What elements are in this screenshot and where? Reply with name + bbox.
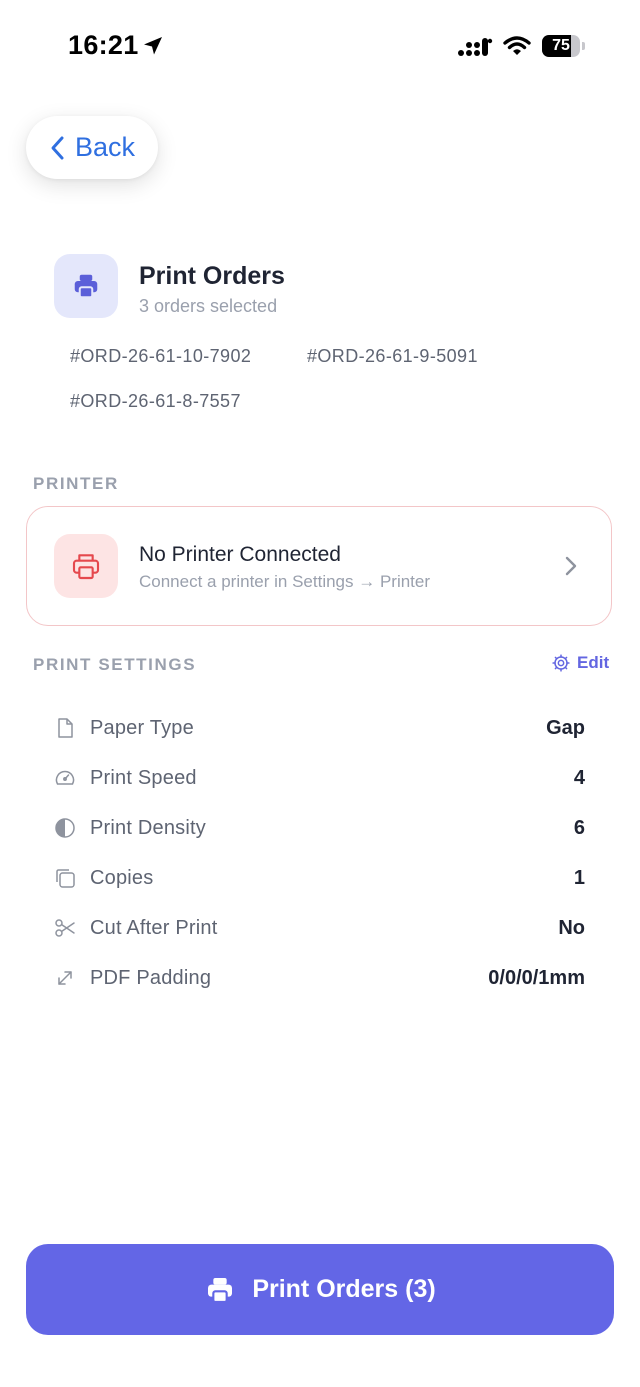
order-id-tag: #ORD-26-61-8-7557	[70, 391, 241, 411]
order-id-tag: #ORD-26-61-9-5091	[307, 346, 478, 366]
setting-value: 1	[573, 866, 585, 889]
setting-name: Paper Type	[90, 716, 194, 739]
print-settings-section-label: PRINT SETTINGS	[33, 655, 197, 674]
setting-value: No	[558, 916, 585, 939]
battery-level: 75	[552, 37, 570, 54]
setting-value: 4	[573, 766, 585, 789]
setting-row-paper-type: Paper Type Gap	[54, 713, 585, 743]
edit-settings-button[interactable]: Edit	[551, 653, 609, 673]
setting-row-copies: Copies 1	[54, 863, 585, 893]
printer-icon	[72, 554, 100, 580]
gear-icon	[552, 654, 570, 672]
setting-name: PDF Padding	[90, 966, 212, 989]
location-arrow-icon	[144, 37, 162, 55]
back-button[interactable]: Back	[26, 116, 158, 179]
printer-status-title: No Printer Connected	[139, 543, 341, 566]
order-id-tag: #ORD-26-61-10-7902	[70, 346, 252, 366]
setting-row-pdf-padding: PDF Padding 0/0/0/1mm	[54, 963, 585, 993]
scissors-icon	[55, 919, 75, 937]
printer-icon	[208, 1277, 233, 1303]
setting-row-cut-after-print: Cut After Print No	[54, 913, 585, 943]
setting-row-print-speed: Print Speed 4	[54, 763, 585, 793]
header-printer-badge	[54, 254, 118, 318]
setting-value: 6	[573, 816, 585, 839]
status-time: 16:21	[68, 30, 139, 60]
setting-name: Print Density	[90, 816, 206, 839]
expand-icon	[58, 971, 72, 985]
setting-name: Cut After Print	[90, 916, 218, 939]
printer-section-label: PRINTER	[33, 474, 119, 493]
printer-status-badge	[54, 534, 118, 598]
back-label: Back	[74, 132, 136, 162]
file-icon	[58, 718, 73, 738]
setting-name: Print Speed	[90, 766, 197, 789]
copy-icon	[56, 869, 75, 888]
wifi-icon	[503, 36, 531, 55]
printer-status-hint: Connect a printer in Settings → Printer	[139, 572, 431, 591]
print-orders-label: Print Orders (3)	[252, 1275, 436, 1303]
edit-label: Edit	[577, 653, 610, 672]
page-title: Print Orders	[139, 262, 285, 290]
printer-status-card[interactable]: No Printer Connected Connect a printer i…	[26, 506, 612, 626]
chevron-right-icon	[565, 556, 577, 576]
setting-value: 0/0/0/1mm	[488, 966, 585, 989]
printer-icon	[74, 274, 98, 299]
battery-indicator: 75	[542, 35, 588, 59]
cellular-signal-icon	[458, 38, 493, 56]
setting-name: Copies	[90, 866, 154, 889]
setting-value: Gap	[546, 716, 585, 739]
selection-count: 3 orders selected	[139, 296, 278, 316]
print-orders-button[interactable]: Print Orders (3)	[26, 1244, 614, 1335]
contrast-icon	[55, 818, 75, 838]
chevron-left-icon	[51, 136, 64, 159]
setting-row-print-density: Print Density 6	[54, 813, 585, 843]
gauge-icon	[55, 770, 75, 785]
